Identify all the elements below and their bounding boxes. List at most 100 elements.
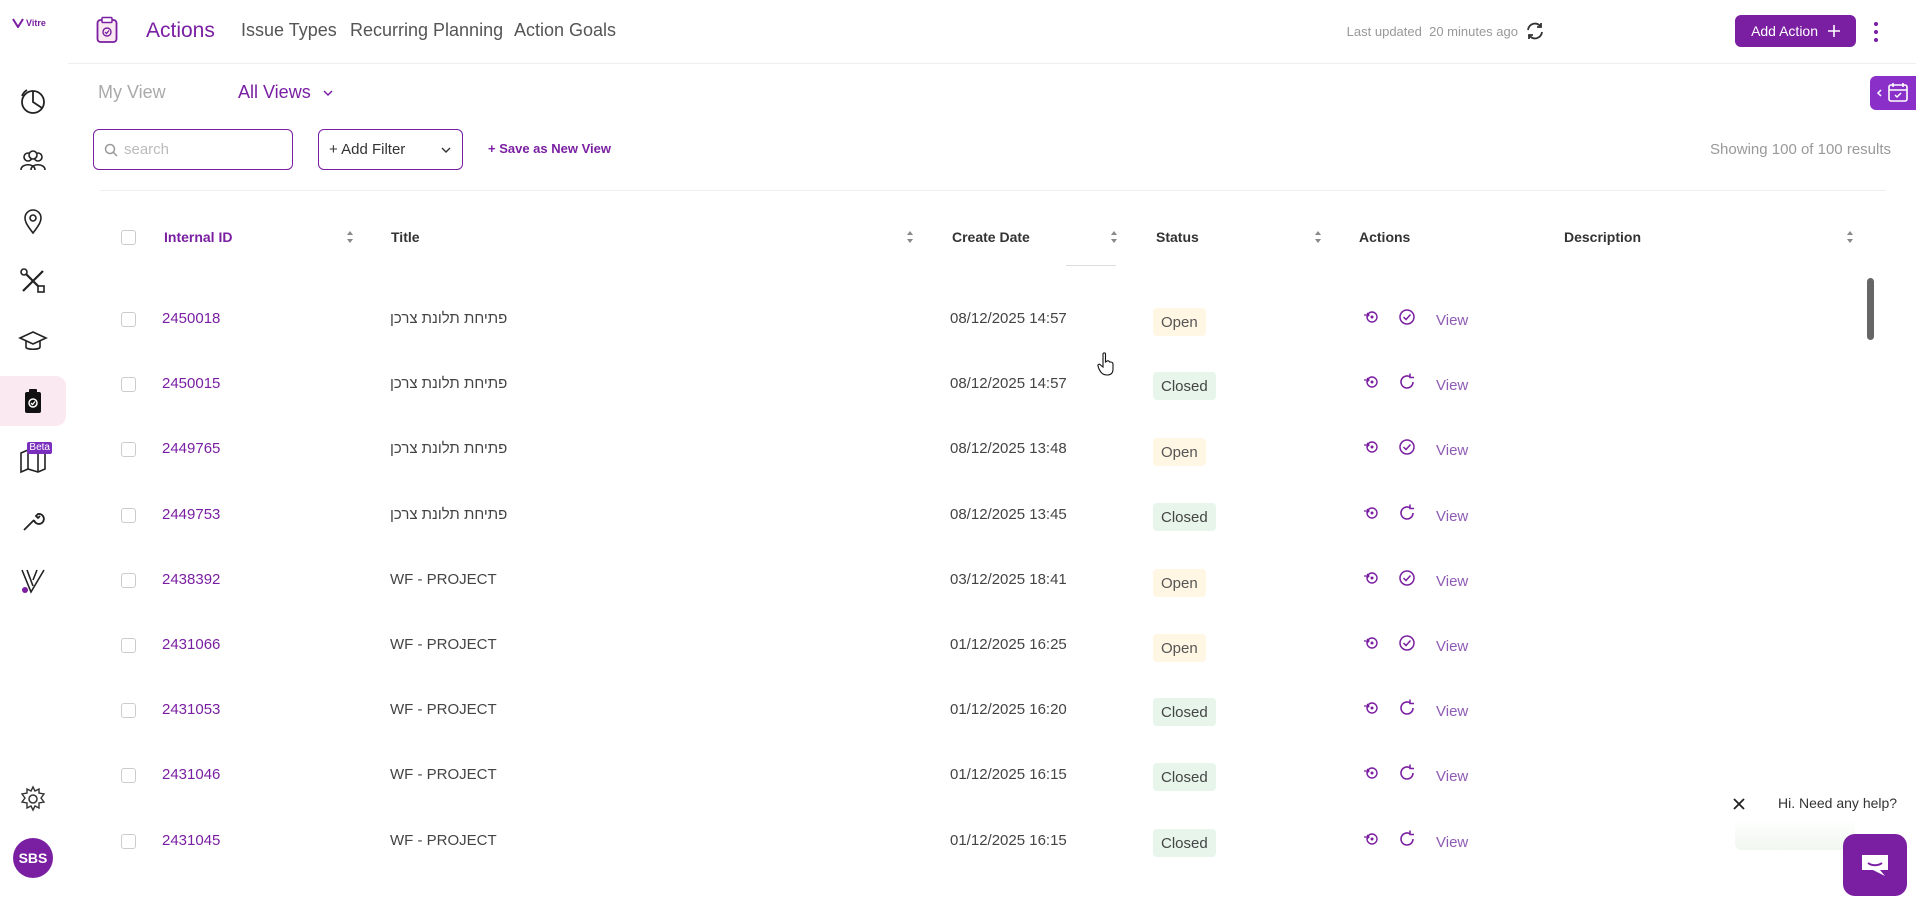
close-icon[interactable]	[1730, 795, 1748, 813]
row-internal-id[interactable]: 2431066	[162, 636, 220, 653]
status-badge: Open	[1153, 438, 1206, 466]
row-checkbox[interactable]	[121, 768, 136, 783]
table-row[interactable]: 2431053 WF - PROJECT 01/12/2025 16:20 Close…	[0, 698, 1916, 766]
row-checkbox[interactable]	[121, 703, 136, 718]
table-row[interactable]: 2450018 פתיחת תלונת צרכן 08/12/2025 14:57 O…	[0, 307, 1916, 375]
row-checkbox[interactable]	[121, 573, 136, 588]
row-internal-id[interactable]: 2438392	[162, 571, 220, 588]
row-checkbox[interactable]	[121, 508, 136, 523]
row-internal-id[interactable]: 2449753	[162, 506, 220, 523]
top-bar: Actions Issue Types Recurring Planning A…	[68, 0, 1916, 64]
row-checkbox[interactable]	[121, 377, 136, 392]
reassign-icon[interactable]	[1362, 438, 1380, 456]
table-row[interactable]: 2438392 WF - PROJECT 03/12/2025 18:41 Open V…	[0, 568, 1916, 636]
check-circle-icon[interactable]	[1397, 307, 1417, 327]
row-create-date: 08/12/2025 14:57	[950, 310, 1067, 327]
reopen-icon[interactable]	[1397, 503, 1417, 523]
reassign-icon[interactable]	[1362, 764, 1380, 782]
reassign-icon[interactable]	[1362, 373, 1380, 391]
sidebar-item-tools[interactable]	[0, 256, 66, 306]
view-link[interactable]: View	[1436, 638, 1468, 655]
sort-icon[interactable]	[1314, 230, 1322, 244]
sidebar-item-locations[interactable]	[0, 196, 66, 246]
column-header-title[interactable]: Title	[391, 229, 420, 245]
view-link[interactable]: View	[1436, 377, 1468, 394]
check-circle-icon[interactable]	[1397, 633, 1417, 653]
search-field[interactable]	[93, 129, 293, 170]
tab-recurring-planning[interactable]: Recurring Planning	[350, 20, 503, 41]
add-filter-dropdown[interactable]: + Add Filter	[318, 129, 463, 170]
row-internal-id[interactable]: 2450015	[162, 375, 220, 392]
brand-logo[interactable]: Vitre	[12, 18, 46, 28]
view-link[interactable]: View	[1436, 573, 1468, 590]
sort-icon[interactable]	[1846, 230, 1854, 244]
row-checkbox[interactable]	[121, 312, 136, 327]
row-internal-id[interactable]: 2449765	[162, 440, 220, 457]
sidebar-item-dashboard[interactable]	[0, 76, 66, 126]
view-link[interactable]: View	[1436, 834, 1468, 851]
reassign-icon[interactable]	[1362, 830, 1380, 848]
table-row[interactable]: 2431066 WF - PROJECT 01/12/2025 16:25 Open V…	[0, 633, 1916, 701]
reopen-icon[interactable]	[1397, 763, 1417, 783]
search-input[interactable]	[124, 141, 274, 158]
view-link[interactable]: View	[1436, 768, 1468, 785]
row-internal-id[interactable]: 2431046	[162, 766, 220, 783]
refresh-icon[interactable]	[1524, 20, 1546, 42]
chevron-down-icon[interactable]	[322, 88, 334, 98]
vitre-logo-icon	[12, 18, 24, 28]
column-header-status[interactable]: Status	[1156, 229, 1199, 245]
more-menu-button[interactable]	[1870, 20, 1882, 44]
location-icon	[24, 209, 42, 235]
sort-icon[interactable]	[906, 230, 914, 244]
reassign-icon[interactable]	[1362, 308, 1380, 326]
column-header-create-date[interactable]: Create Date	[952, 229, 1030, 245]
tab-issue-types[interactable]: Issue Types	[241, 20, 337, 41]
tab-actions[interactable]: Actions	[146, 19, 215, 43]
table-row[interactable]: 2431046 WF - PROJECT 01/12/2025 16:15 Close…	[0, 763, 1916, 831]
view-link[interactable]: View	[1436, 508, 1468, 525]
column-header-internal-id[interactable]: Internal ID	[164, 229, 232, 245]
view-link[interactable]: View	[1436, 442, 1468, 459]
reassign-icon[interactable]	[1362, 634, 1380, 652]
table-row[interactable]: 2450015 פתיחת תלונת צרכן 08/12/2025 14:57 C…	[0, 372, 1916, 440]
row-checkbox[interactable]	[121, 638, 136, 653]
tab-my-view[interactable]: My View	[98, 82, 166, 103]
sort-icon[interactable]	[1110, 230, 1118, 244]
select-all-checkbox[interactable]	[121, 230, 136, 245]
column-header-description[interactable]: Description	[1564, 229, 1641, 245]
chat-help-button[interactable]	[1843, 834, 1907, 896]
add-action-label: Add Action	[1751, 23, 1818, 39]
reopen-icon[interactable]	[1397, 829, 1417, 849]
status-badge: Open	[1153, 569, 1206, 597]
check-circle-icon[interactable]	[1397, 568, 1417, 588]
calendar-panel-button[interactable]	[1870, 76, 1916, 110]
chat-icon	[1862, 855, 1888, 876]
table-row[interactable]: 2449753 פתיחת תלונת צרכן 08/12/2025 13:45 C…	[0, 503, 1916, 571]
row-create-date: 08/12/2025 14:57	[950, 375, 1067, 392]
row-internal-id[interactable]: 2431053	[162, 701, 220, 718]
row-internal-id[interactable]: 2450018	[162, 310, 220, 327]
row-internal-id[interactable]: 2431045	[162, 832, 220, 849]
tab-action-goals[interactable]: Action Goals	[514, 20, 616, 41]
reopen-icon[interactable]	[1397, 698, 1417, 718]
row-checkbox[interactable]	[121, 834, 136, 849]
check-circle-icon[interactable]	[1397, 437, 1417, 457]
row-checkbox[interactable]	[121, 442, 136, 457]
sidebar-item-users[interactable]	[0, 136, 66, 186]
search-icon	[104, 143, 118, 157]
view-link[interactable]: View	[1436, 312, 1468, 329]
reassign-icon[interactable]	[1362, 504, 1380, 522]
table-row[interactable]: 2431045 WF - PROJECT 01/12/2025 16:15 Close…	[0, 829, 1916, 897]
help-bubble	[1735, 820, 1855, 850]
table-row[interactable]: 2449765 פתיחת תלונת צרכן 08/12/2025 13:48 O…	[0, 437, 1916, 505]
reassign-icon[interactable]	[1362, 699, 1380, 717]
reassign-icon[interactable]	[1362, 569, 1380, 587]
sort-icon[interactable]	[346, 230, 354, 244]
tab-all-views[interactable]: All Views	[238, 82, 311, 103]
hand-cursor-icon	[1097, 352, 1114, 376]
save-as-new-view-link[interactable]: + Save as New View	[488, 141, 611, 156]
add-action-button[interactable]: Add Action	[1735, 15, 1856, 47]
scrollbar[interactable]	[1867, 278, 1874, 340]
reopen-icon[interactable]	[1397, 372, 1417, 392]
view-link[interactable]: View	[1436, 703, 1468, 720]
